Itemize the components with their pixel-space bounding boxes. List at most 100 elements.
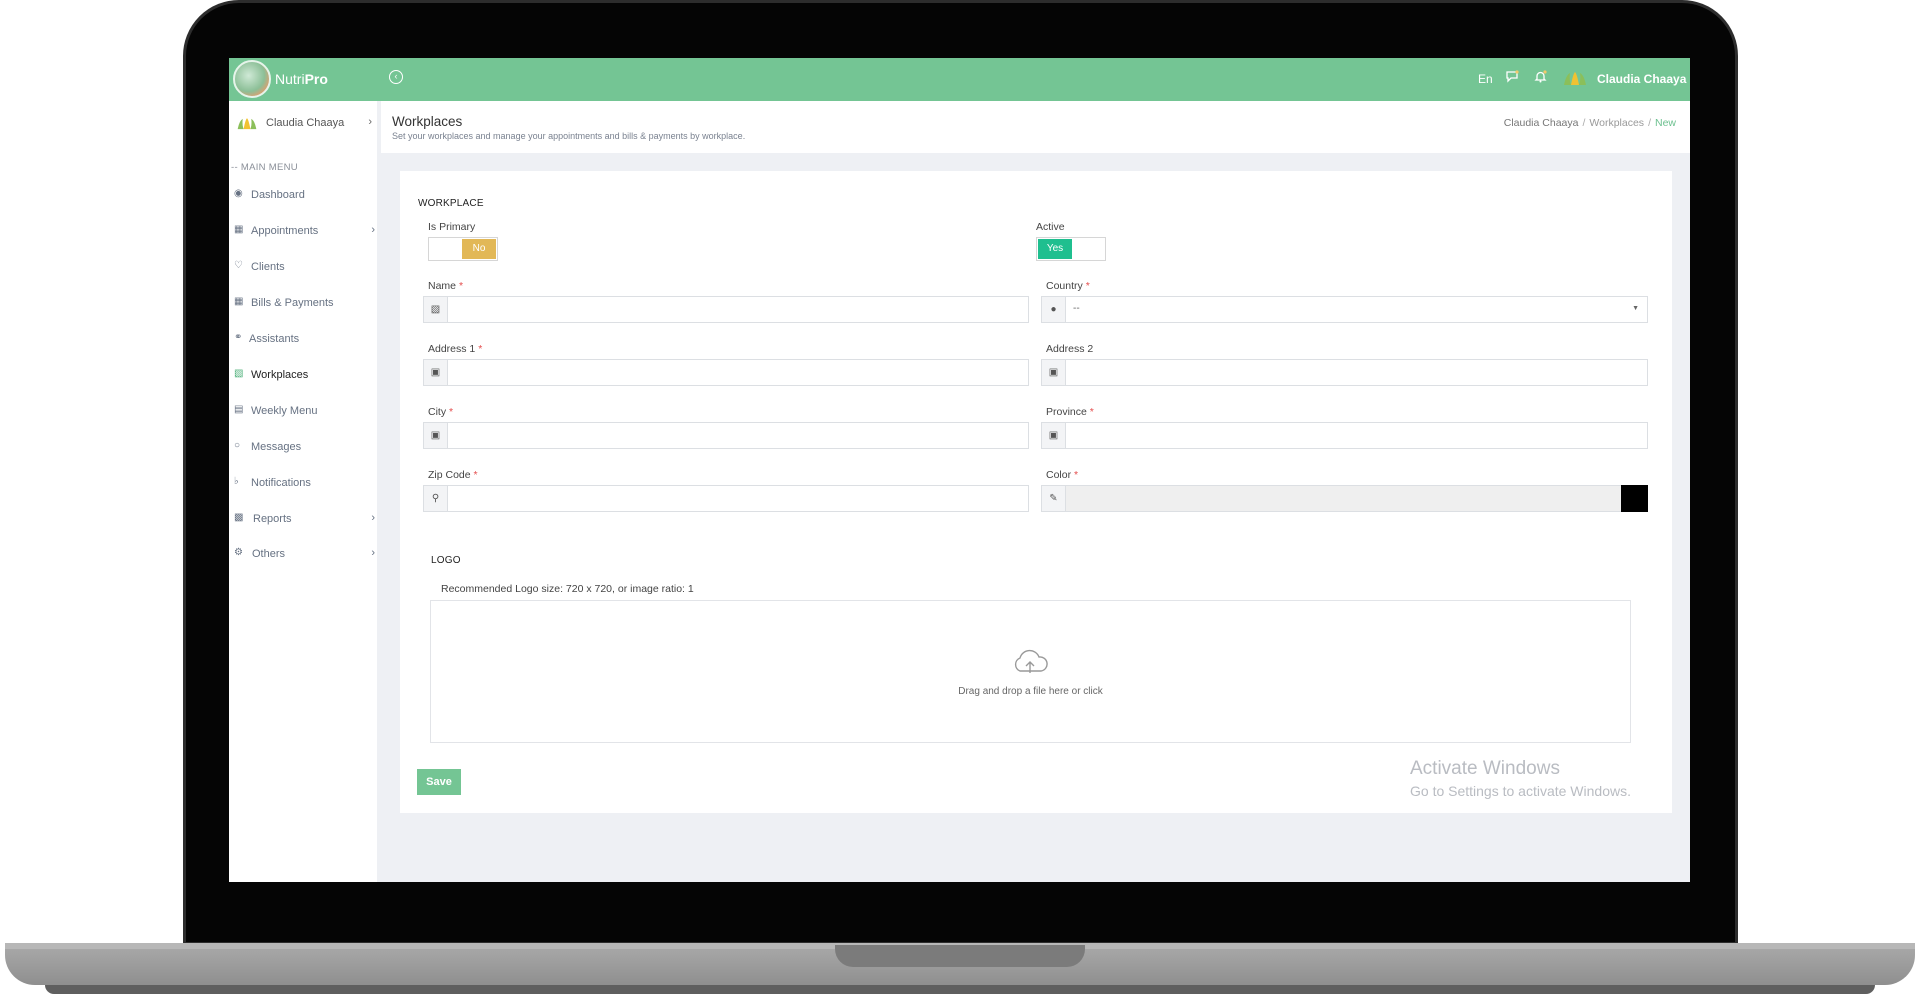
address2-label: Address 2 bbox=[1046, 343, 1094, 355]
color-label: Color * bbox=[1046, 469, 1079, 481]
top-bar: NutriPro ‹ En Claudia Chaaya bbox=[229, 58, 1690, 101]
sidebar-item-label: Clients bbox=[251, 261, 285, 273]
sidebar-item-dashboard[interactable]: ◉ Dashboard bbox=[234, 187, 378, 205]
top-user-name[interactable]: Claudia Chaaya bbox=[1597, 72, 1686, 86]
chat-icon[interactable] bbox=[1505, 70, 1519, 86]
address2-field[interactable]: ▣ bbox=[1041, 359, 1648, 386]
sidebar-user[interactable]: Claudia Chaaya › bbox=[236, 116, 376, 132]
laptop-notch bbox=[835, 945, 1085, 967]
address1-label: Address 1 * bbox=[428, 343, 483, 355]
sidebar-item-workplaces[interactable]: ▧ Workplaces bbox=[234, 367, 378, 385]
chevron-right-icon: › bbox=[371, 547, 375, 559]
color-swatch[interactable] bbox=[1621, 485, 1648, 512]
zip-field[interactable]: ⚲ bbox=[423, 485, 1029, 512]
address-card-icon: ▣ bbox=[424, 423, 448, 448]
section-title-logo: LOGO bbox=[431, 555, 461, 566]
page-subtitle: Set your workplaces and manage your appo… bbox=[392, 131, 746, 141]
sidebar-item-label: Workplaces bbox=[251, 369, 309, 381]
sidebar-toggle-icon[interactable]: ‹ bbox=[389, 70, 403, 84]
sidebar-item-label: Dashboard bbox=[251, 189, 305, 201]
paint-brush-icon: ✎ bbox=[1042, 486, 1066, 511]
app-screen: NutriPro ‹ En Claudia Chaaya Claudia Cha… bbox=[229, 58, 1690, 882]
name-input[interactable] bbox=[449, 297, 1024, 322]
address1-input[interactable] bbox=[449, 360, 1024, 385]
province-field[interactable]: ▣ bbox=[1041, 422, 1648, 449]
sidebar-item-assistants[interactable]: ⚭ Assistants bbox=[234, 331, 378, 349]
zip-label: Zip Code * bbox=[428, 469, 478, 481]
building-icon: ▧ bbox=[234, 368, 244, 379]
active-toggle[interactable]: Yes bbox=[1036, 237, 1106, 261]
logo-globe-icon[interactable] bbox=[233, 60, 271, 98]
country-selected-value: -- bbox=[1073, 303, 1080, 314]
cloud-upload-icon bbox=[1014, 649, 1048, 673]
save-button[interactable]: Save bbox=[417, 769, 461, 795]
sidebar-item-appointments[interactable]: ▦ Appointments › bbox=[234, 223, 378, 241]
address2-input[interactable] bbox=[1067, 360, 1643, 385]
workplace-form-card: WORKPLACE Is Primary No Active Yes Name … bbox=[400, 171, 1672, 813]
brand-name[interactable]: NutriPro bbox=[275, 71, 328, 87]
logo-dropzone[interactable]: Drag and drop a file here or click bbox=[430, 600, 1631, 743]
is-primary-label: Is Primary bbox=[428, 221, 476, 233]
color-field[interactable]: ✎ bbox=[1041, 485, 1648, 512]
stethoscope-icon: ⚭ bbox=[234, 332, 243, 343]
caret-down-icon: ▼ bbox=[1632, 305, 1639, 312]
activate-windows-title: Activate Windows bbox=[1410, 758, 1560, 779]
name-field[interactable]: ▧ bbox=[423, 296, 1029, 323]
address-card-icon: ▣ bbox=[1042, 423, 1066, 448]
breadcrumb-workplaces[interactable]: Workplaces bbox=[1589, 117, 1644, 129]
calendar-icon: ▦ bbox=[234, 224, 244, 235]
map-marker-icon: ⚲ bbox=[424, 486, 448, 511]
sidebar-item-weekly-menu[interactable]: ▤ Weekly Menu bbox=[234, 403, 378, 421]
address-card-icon: ▣ bbox=[1042, 360, 1066, 385]
sidebar-item-clients[interactable]: ♡ Clients bbox=[234, 259, 378, 277]
logo-size-hint: Recommended Logo size: 720 x 720, or ima… bbox=[441, 583, 694, 595]
is-primary-toggle[interactable]: No bbox=[428, 237, 498, 261]
building-icon: ▧ bbox=[424, 297, 448, 322]
page-title: Workplaces bbox=[392, 114, 463, 129]
sidebar-item-others[interactable]: ⚙ Others › bbox=[234, 546, 378, 564]
sidebar-user-name: Claudia Chaaya bbox=[266, 117, 345, 129]
language-switch[interactable]: En bbox=[1478, 72, 1493, 86]
sidebar-item-label: Weekly Menu bbox=[251, 405, 318, 417]
calculator-icon: ▦ bbox=[234, 296, 244, 307]
laptop-foot bbox=[45, 985, 1875, 994]
bell-icon[interactable] bbox=[1534, 70, 1547, 86]
city-field[interactable]: ▣ bbox=[423, 422, 1029, 449]
sidebar: Claudia Chaaya › -- MAIN MENU ◉ Dashboar… bbox=[229, 101, 381, 882]
cogs-icon: ⚙ bbox=[234, 547, 243, 558]
document-icon: ▤ bbox=[234, 404, 244, 415]
zip-input[interactable] bbox=[449, 486, 1024, 511]
country-select[interactable]: ● -- ▼ bbox=[1041, 296, 1648, 323]
heart-icon: ♡ bbox=[234, 260, 243, 271]
sidebar-item-label: Notifications bbox=[251, 477, 311, 489]
user-avatar[interactable] bbox=[1562, 71, 1588, 87]
is-primary-value: No bbox=[462, 239, 496, 259]
sidebar-item-label: Messages bbox=[251, 441, 302, 453]
chevron-right-icon: › bbox=[371, 224, 375, 236]
sidebar-item-reports[interactable]: ▩ Reports › bbox=[234, 511, 378, 529]
address1-field[interactable]: ▣ bbox=[423, 359, 1029, 386]
sidebar-avatar bbox=[237, 118, 257, 130]
chat-icon: ○ bbox=[234, 440, 241, 451]
address-card-icon: ▣ bbox=[424, 360, 448, 385]
city-label: City * bbox=[428, 406, 454, 418]
sidebar-item-label: Assistants bbox=[249, 333, 300, 345]
province-label: Province * bbox=[1046, 406, 1094, 418]
dashboard-icon: ◉ bbox=[234, 188, 243, 199]
sidebar-item-bills-payments[interactable]: ▦ Bills & Payments bbox=[234, 295, 378, 313]
country-label: Country * bbox=[1046, 280, 1090, 292]
breadcrumb-home[interactable]: Claudia Chaaya bbox=[1504, 117, 1579, 129]
dropzone-text: Drag and drop a file here or click bbox=[958, 686, 1103, 697]
section-title-workplace: WORKPLACE bbox=[418, 198, 484, 209]
city-input[interactable] bbox=[449, 423, 1024, 448]
province-input[interactable] bbox=[1067, 423, 1643, 448]
page-header: Workplaces Set your workplaces and manag… bbox=[381, 101, 1690, 153]
active-value: Yes bbox=[1038, 239, 1072, 259]
activate-windows-subtitle: Go to Settings to activate Windows. bbox=[1410, 783, 1631, 799]
sidebar-item-messages[interactable]: ○ Messages bbox=[234, 439, 378, 457]
sidebar-item-notifications[interactable]: ♭ Notifications bbox=[234, 475, 378, 493]
globe-icon: ● bbox=[1042, 297, 1066, 322]
breadcrumb: Claudia Chaaya / Workplaces / New bbox=[1503, 117, 1676, 129]
sidebar-item-label: Others bbox=[252, 548, 286, 560]
chart-icon: ▩ bbox=[234, 512, 244, 523]
